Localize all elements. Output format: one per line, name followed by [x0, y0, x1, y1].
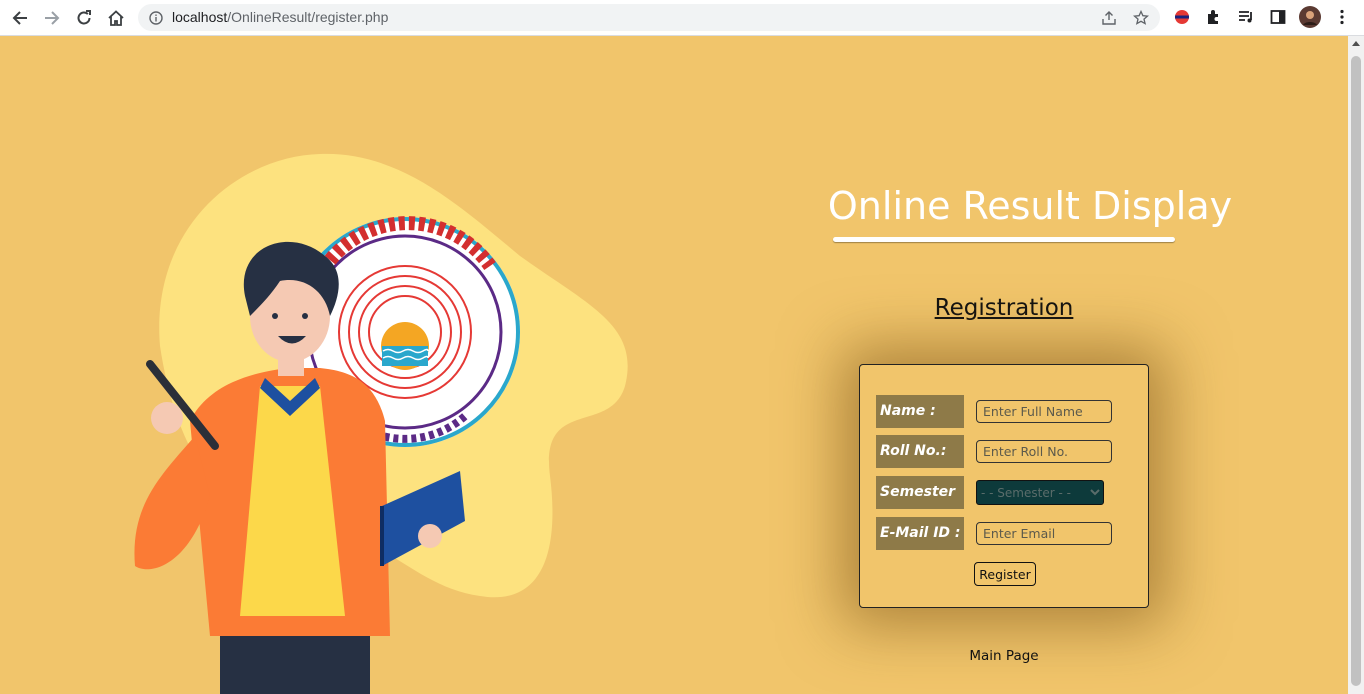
address-bar[interactable]: localhost/OnlineResult/register.php — [138, 4, 1160, 31]
registration-heading: Registration — [934, 295, 1074, 321]
semester-label: Semester : — [876, 476, 964, 533]
page-content: Online Result Display Registration Name … — [0, 36, 1348, 694]
info-icon[interactable] — [147, 9, 165, 27]
name-input[interactable] — [976, 400, 1112, 423]
home-icon[interactable] — [104, 6, 128, 30]
star-icon[interactable] — [1132, 9, 1150, 27]
name-label: Name : — [876, 395, 964, 428]
vertical-scrollbar[interactable] — [1348, 36, 1364, 694]
kebab-menu-icon[interactable] — [1331, 6, 1353, 28]
page-title: Online Result Display — [827, 184, 1233, 228]
back-arrow-icon[interactable] — [8, 6, 32, 30]
share-icon[interactable] — [1100, 9, 1118, 27]
register-button[interactable]: Register — [974, 562, 1036, 586]
media-icon[interactable] — [1235, 6, 1257, 28]
registration-form: Name : Roll No.: Semester : - - Semester… — [859, 364, 1149, 608]
browser-toolbar: localhost/OnlineResult/register.php — [0, 0, 1364, 36]
roll-no-input[interactable] — [976, 440, 1112, 463]
reload-icon[interactable] — [72, 6, 96, 30]
email-input[interactable] — [976, 522, 1112, 545]
sidepanel-icon[interactable] — [1267, 6, 1289, 28]
teacher-illustration — [134, 153, 628, 694]
url-path: /OnlineResult/register.php — [227, 9, 389, 25]
avatar[interactable] — [1299, 6, 1321, 28]
puzzle-icon[interactable] — [1203, 6, 1225, 28]
semester-select[interactable]: - - Semester - - — [976, 480, 1104, 505]
roll-no-label: Roll No.: — [876, 435, 964, 468]
scrollbar-thumb[interactable] — [1351, 56, 1361, 686]
extension-icon[interactable] — [1171, 6, 1193, 28]
url-text: localhost/OnlineResult/register.php — [172, 9, 388, 25]
email-label: E-Mail ID : — [876, 517, 964, 550]
main-page-link[interactable]: Main Page — [940, 648, 1068, 664]
title-underline — [833, 237, 1175, 242]
scroll-up-arrow-icon[interactable] — [1352, 41, 1360, 46]
url-host: localhost — [172, 9, 228, 25]
forward-arrow-icon[interactable] — [40, 6, 64, 30]
